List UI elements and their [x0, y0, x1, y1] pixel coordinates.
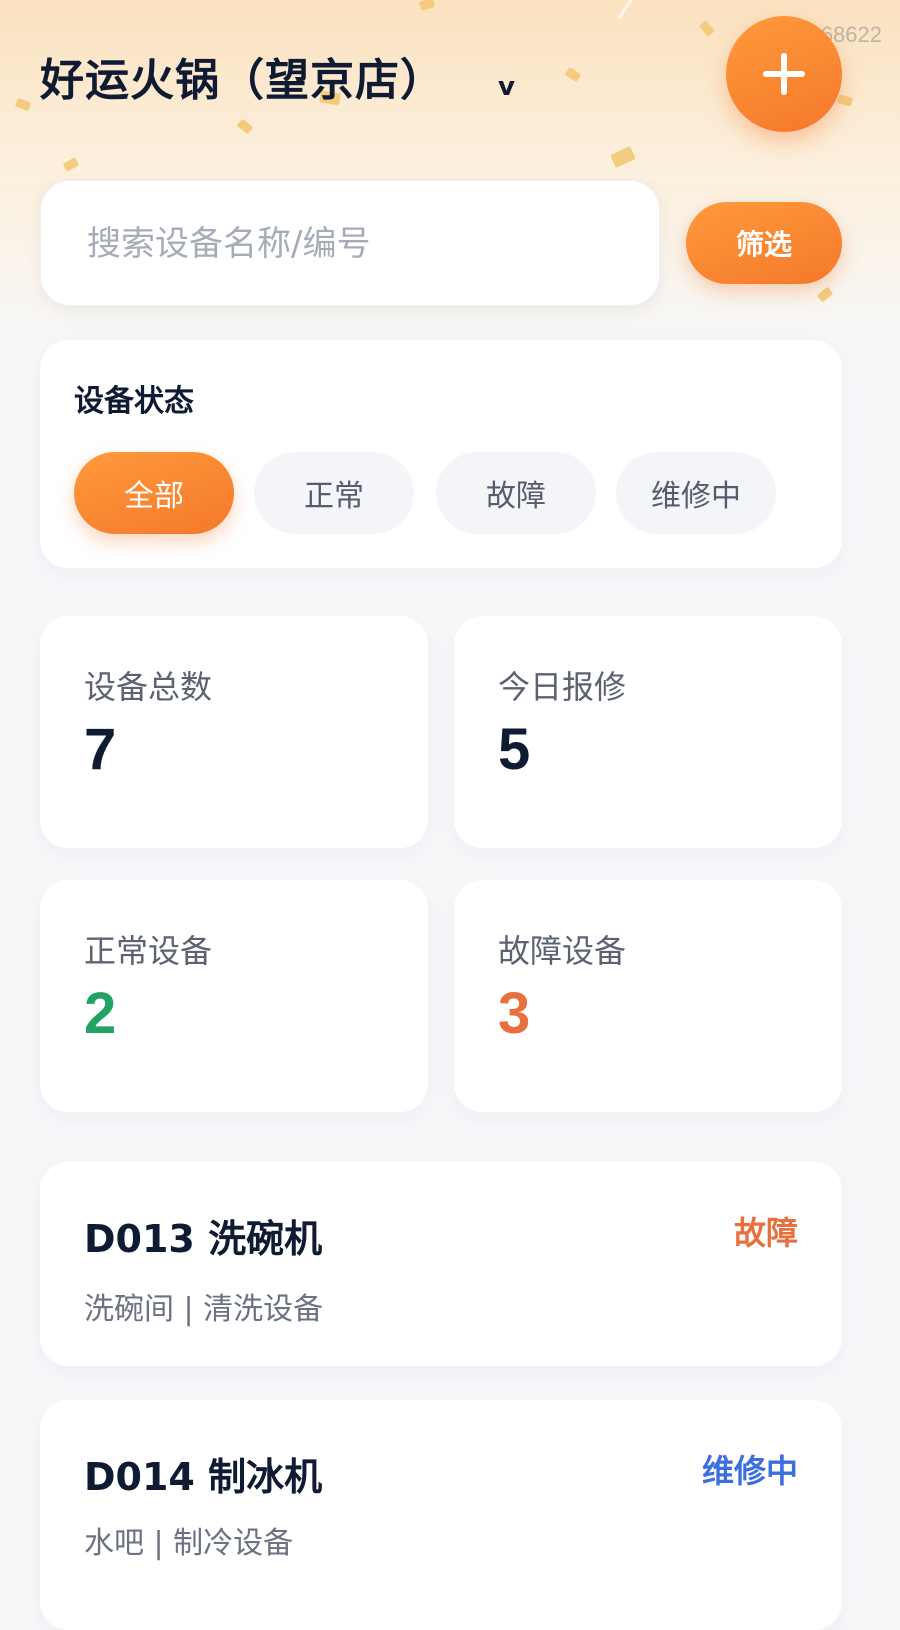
device-title: D013 洗碗机	[84, 1217, 323, 1261]
device-title: D014 制冰机	[84, 1455, 323, 1499]
confetti-piece	[14, 97, 32, 112]
stat-value: 3	[498, 981, 531, 1046]
stat-value: 7	[84, 717, 117, 782]
stat-label: 今日报修	[498, 668, 627, 706]
stat-card-today-repairs[interactable]: 今日报修 5	[454, 616, 842, 848]
stat-card-normal[interactable]: 正常设备 2	[40, 880, 428, 1112]
stat-card-fault[interactable]: 故障设备 3	[454, 880, 842, 1112]
chevron-down-icon[interactable]: v	[498, 72, 515, 102]
stat-label: 故障设备	[498, 932, 627, 970]
confetti-piece	[564, 66, 582, 83]
device-subtitle: 洗碗间 | 清洗设备	[84, 1292, 324, 1327]
device-status-badge: 维修中	[701, 1452, 798, 1490]
device-status-card: 设备状态 全部 正常 故障 维修中	[40, 340, 842, 568]
status-pill-repairing[interactable]: 维修中	[616, 452, 776, 534]
device-subtitle: 水吧 | 制冷设备	[84, 1526, 294, 1561]
device-list-item[interactable]: D014 制冰机 水吧 | 制冷设备 维修中	[40, 1400, 842, 1630]
stat-label: 设备总数	[84, 668, 213, 706]
confetti-piece	[236, 118, 254, 135]
device-list-item[interactable]: D013 洗碗机 洗碗间 | 清洗设备 故障	[40, 1162, 842, 1366]
device-status-badge: 故障	[733, 1214, 798, 1252]
stat-value: 5	[498, 717, 531, 782]
search-input[interactable]	[85, 181, 629, 307]
filter-button[interactable]: 筛选	[686, 202, 842, 284]
plus-icon	[763, 53, 805, 95]
stat-card-total[interactable]: 设备总数 7	[40, 616, 428, 848]
stat-label: 正常设备	[84, 932, 213, 970]
status-section-title: 设备状态	[74, 384, 194, 419]
add-device-button[interactable]	[726, 16, 842, 132]
search-box[interactable]	[40, 180, 660, 307]
status-pill-fault[interactable]: 故障	[436, 452, 596, 534]
status-pill-all[interactable]: 全部	[74, 452, 234, 534]
status-pill-normal[interactable]: 正常	[254, 452, 414, 534]
confetti-piece	[816, 286, 834, 303]
store-name-title[interactable]: 好运火锅（望京店）	[40, 44, 445, 108]
confetti-piece	[419, 0, 435, 11]
confetti-piece	[62, 157, 80, 172]
stat-value: 2	[84, 981, 117, 1046]
